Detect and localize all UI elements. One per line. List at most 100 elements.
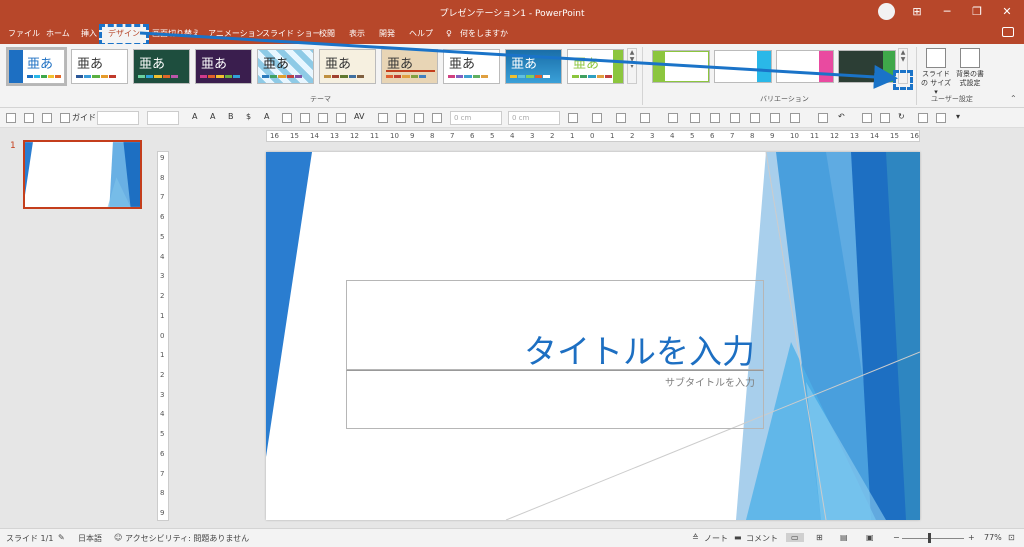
tab-view[interactable]: 表示 xyxy=(345,27,369,43)
align-justify-icon[interactable] xyxy=(336,113,346,123)
theme-7[interactable]: 亜あ xyxy=(381,49,438,84)
tab-help[interactable]: ヘルプ xyxy=(405,27,437,43)
fit-slide-icon[interactable]: ⊡ xyxy=(1008,533,1015,542)
window-icon[interactable] xyxy=(24,113,34,123)
center-icon[interactable] xyxy=(318,113,328,123)
font-dropdown[interactable] xyxy=(97,111,139,125)
tab-home[interactable]: ホーム xyxy=(42,27,74,43)
unlink-icon[interactable] xyxy=(710,113,720,123)
variant-1[interactable] xyxy=(652,50,710,83)
group-icon[interactable] xyxy=(790,113,800,123)
tab-file[interactable]: ファイル xyxy=(4,27,44,43)
zoom-slider-thumb[interactable] xyxy=(928,533,931,543)
effects-icon[interactable] xyxy=(640,113,650,123)
slideshow-icon[interactable]: ▣ xyxy=(866,533,874,542)
layout-icon[interactable] xyxy=(42,113,52,123)
screen-clip-icon[interactable] xyxy=(862,113,872,123)
color-picker-icon[interactable] xyxy=(730,113,740,123)
theme-4[interactable]: 亜あ xyxy=(195,49,252,84)
ruler-tick-label: 12 xyxy=(350,132,359,140)
theme-3[interactable]: 亜あ xyxy=(133,49,190,84)
proofing-icon[interactable]: ✎ xyxy=(58,533,65,542)
ribbon-display-options-icon[interactable]: ⊞ xyxy=(902,0,932,24)
subtitle-placeholder[interactable]: サブタイトルを入力 xyxy=(346,370,764,429)
notes-button[interactable]: ノート xyxy=(704,533,728,544)
font-grow-icon[interactable]: A xyxy=(192,112,197,121)
zoom-slider[interactable] xyxy=(902,538,964,539)
width-input[interactable]: 0 cm xyxy=(508,111,560,125)
customize-qat-icon[interactable]: ▾ xyxy=(956,112,960,121)
accessibility-status[interactable]: アクセシビリティ: 問題ありません xyxy=(125,533,249,544)
close-button[interactable]: ✕ xyxy=(992,0,1022,24)
user-avatar-icon[interactable] xyxy=(878,3,895,20)
font-color-icon[interactable]: A xyxy=(264,112,269,121)
vertical-ruler: 9 8 7 6 5 4 3 2 1 0 1 2 3 4 5 6 7 8 9 xyxy=(157,151,169,521)
ruler-tick-label: 4 xyxy=(160,252,165,261)
new-file-icon[interactable] xyxy=(918,113,928,123)
comments-icon[interactable] xyxy=(1002,27,1014,37)
fill-icon[interactable] xyxy=(568,113,578,123)
picture-icon[interactable] xyxy=(432,113,442,123)
crop-icon[interactable] xyxy=(378,113,388,123)
restore-button[interactable]: ❐ xyxy=(962,0,992,24)
language[interactable]: 日本語 xyxy=(78,533,102,544)
tab-review[interactable]: 校閲 xyxy=(315,27,339,43)
ribbon-tabs: ファイル ホーム 挿入 デザイン 画面切り替え アニメーション スライド ショー… xyxy=(0,24,1024,46)
char-spacing-icon[interactable]: AV xyxy=(354,112,364,121)
zoom-level[interactable]: 77% xyxy=(984,533,1002,542)
variant-3[interactable] xyxy=(776,50,834,83)
select-icon[interactable] xyxy=(818,113,828,123)
redo-icon[interactable]: ↻ xyxy=(898,112,905,121)
ruler-tick-label: 15 xyxy=(290,132,299,140)
superscript-icon[interactable] xyxy=(300,113,310,123)
slide-thumbnail[interactable] xyxy=(23,140,142,209)
pen-icon[interactable] xyxy=(414,113,424,123)
undo-icon[interactable]: ↶ xyxy=(838,112,845,121)
save-icon[interactable] xyxy=(936,113,946,123)
tab-insert[interactable]: 挿入 xyxy=(77,27,101,43)
collapse-ribbon-icon[interactable]: ⌃ xyxy=(1010,94,1017,103)
zoom-in-button[interactable]: + xyxy=(968,533,975,542)
themes-scroll-control[interactable]: ▲ ▼ ▾ xyxy=(627,48,637,84)
zoom-out-button[interactable]: − xyxy=(893,533,900,542)
bold-icon[interactable]: B xyxy=(228,112,234,121)
theme-10[interactable]: 亜あ xyxy=(567,49,624,84)
variants-more-button[interactable] xyxy=(893,70,913,90)
format-background-button[interactable]: 背景の書 式設定 xyxy=(954,48,986,88)
slide-sorter-icon[interactable]: ⊞ xyxy=(816,533,823,542)
theme-2[interactable]: 亜あ xyxy=(71,49,128,84)
align-icon[interactable] xyxy=(282,113,292,123)
height-input[interactable]: 0 cm xyxy=(450,111,502,125)
title-placeholder[interactable]: タイトルを入力 xyxy=(346,280,764,371)
theme-9[interactable]: 亜あ xyxy=(505,49,562,84)
minimize-button[interactable]: ─ xyxy=(932,0,962,24)
hash-icon[interactable] xyxy=(770,113,780,123)
dollar-icon[interactable]: $ xyxy=(246,112,251,121)
guide-checkbox[interactable] xyxy=(60,113,70,123)
normal-view-icon[interactable]: ▭ xyxy=(786,533,804,542)
print-preview-icon[interactable] xyxy=(880,113,890,123)
tell-me-search[interactable]: 何をしますか xyxy=(456,27,512,43)
slide-size-button[interactable]: スライドの サイズ ▾ xyxy=(920,48,952,97)
font-shrink-icon[interactable]: A xyxy=(210,112,215,121)
font-size-dropdown[interactable] xyxy=(147,111,179,125)
connector-icon[interactable] xyxy=(750,113,760,123)
edit-shape-icon[interactable] xyxy=(396,113,406,123)
variant-2[interactable] xyxy=(714,50,772,83)
open-icon[interactable] xyxy=(6,113,16,123)
highlight-icon[interactable] xyxy=(668,113,678,123)
link-icon[interactable] xyxy=(690,113,700,123)
reading-view-icon[interactable]: ▤ xyxy=(840,533,848,542)
theme-office[interactable]: 亜あ xyxy=(6,47,67,86)
tab-transitions[interactable]: 画面切り替え xyxy=(148,27,204,43)
tab-design[interactable]: デザイン xyxy=(99,24,149,46)
comments-button[interactable]: コメント xyxy=(746,533,778,544)
theme-6[interactable]: 亜あ xyxy=(319,49,376,84)
variant-4[interactable] xyxy=(838,50,896,83)
theme-5[interactable]: 亜あ xyxy=(257,49,314,84)
shadow-icon[interactable] xyxy=(616,113,626,123)
tab-developer[interactable]: 開発 xyxy=(375,27,399,43)
outline-icon[interactable] xyxy=(592,113,602,123)
powerpoint-window: プレゼンテーション1 - PowerPoint ⊞ ─ ❐ ✕ ファイル ホーム… xyxy=(0,0,1024,547)
theme-8[interactable]: 亜あ xyxy=(443,49,500,84)
